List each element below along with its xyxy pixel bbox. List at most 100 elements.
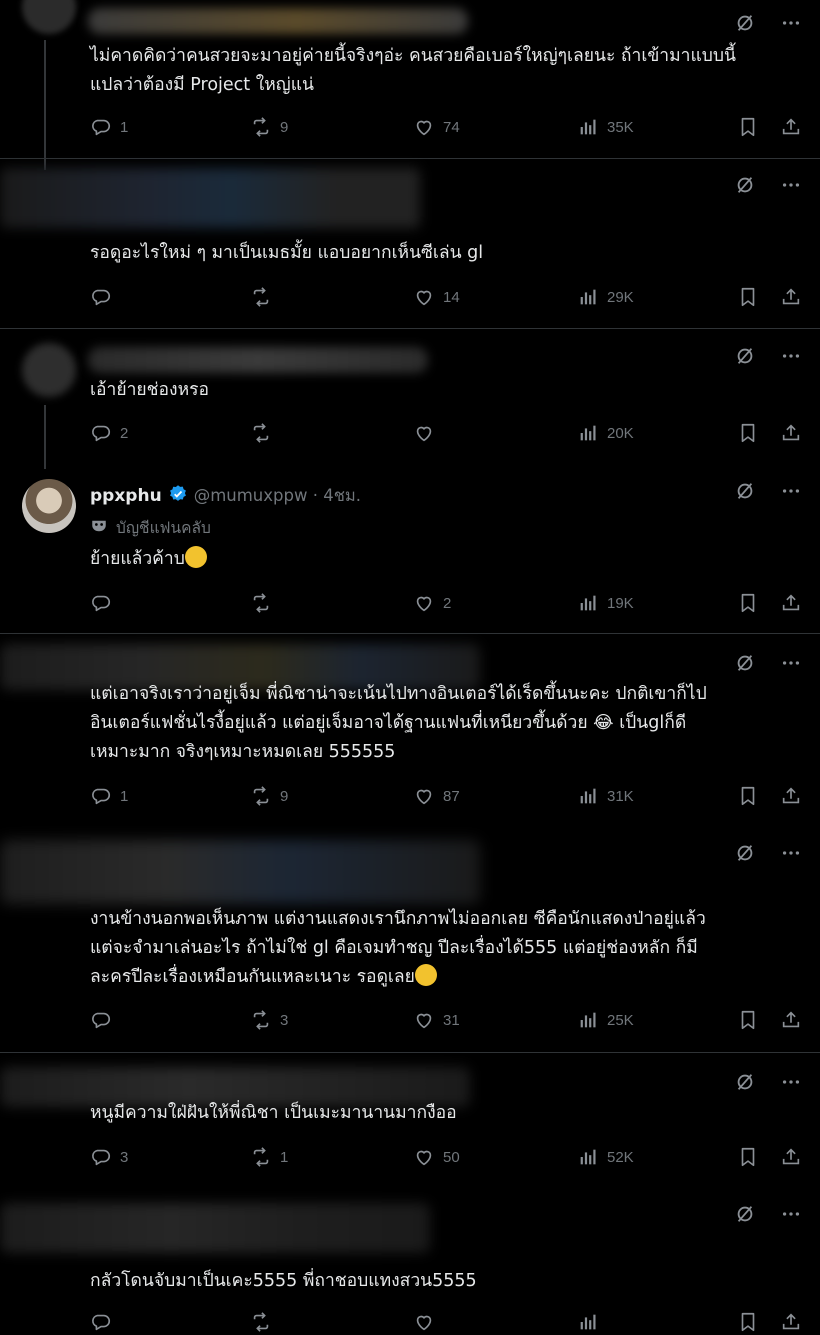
repost-icon bbox=[250, 116, 272, 138]
repost-button[interactable] bbox=[250, 422, 280, 444]
more-icon[interactable] bbox=[780, 12, 802, 34]
repost-button[interactable]: 9 bbox=[250, 116, 288, 138]
grok-icon[interactable] bbox=[734, 12, 756, 34]
more-icon[interactable] bbox=[780, 345, 802, 367]
like-button[interactable]: 87 bbox=[413, 785, 460, 807]
views-button[interactable] bbox=[577, 1311, 607, 1333]
repost-button[interactable]: 1 bbox=[250, 1146, 288, 1168]
grok-icon[interactable] bbox=[734, 480, 756, 502]
share-button[interactable] bbox=[780, 592, 802, 614]
views-icon bbox=[577, 286, 599, 308]
views-button[interactable]: 19K bbox=[577, 592, 634, 614]
bookmark-button[interactable] bbox=[737, 1009, 759, 1031]
like-button[interactable]: 74 bbox=[413, 116, 460, 138]
like-button[interactable]: 14 bbox=[413, 286, 460, 308]
heart-icon bbox=[413, 1311, 435, 1333]
author-handle[interactable]: @mumuxppw · 4ชม. bbox=[194, 483, 361, 509]
share-button[interactable] bbox=[780, 1146, 802, 1168]
bookmark-button[interactable] bbox=[737, 422, 759, 444]
repost-button[interactable]: 3 bbox=[250, 1009, 288, 1031]
grok-icon[interactable] bbox=[734, 345, 756, 367]
fan-account-label: บัญชีแฟนคลับ bbox=[116, 519, 211, 537]
reply-post[interactable]: ไม่คาดคิดว่าคนสวยจะมาอยู่ค่ายนี้จริงๆอ่ะ… bbox=[0, 0, 820, 170]
like-button[interactable]: 2 bbox=[413, 592, 451, 614]
repost-button[interactable] bbox=[250, 592, 280, 614]
avatar[interactable] bbox=[22, 0, 76, 34]
action-bar: 1 9 74 35K bbox=[90, 116, 806, 140]
reply-post[interactable]: แต่เอาจริงเราว่าอยู่เจ็ม พี่ณิชาน่าจะเน้… bbox=[0, 634, 820, 834]
grok-icon[interactable] bbox=[734, 842, 756, 864]
share-button[interactable] bbox=[780, 785, 802, 807]
bookmark-button[interactable] bbox=[737, 286, 759, 308]
repost-button[interactable] bbox=[250, 286, 280, 308]
bookmark-button[interactable] bbox=[737, 116, 759, 138]
reposts-count: 3 bbox=[280, 1011, 289, 1029]
repost-icon bbox=[250, 1009, 272, 1031]
reply-button[interactable] bbox=[90, 592, 120, 614]
share-button[interactable] bbox=[780, 116, 802, 138]
reply-button[interactable] bbox=[90, 1009, 120, 1031]
bookmark-icon bbox=[737, 785, 759, 807]
like-button[interactable] bbox=[413, 1311, 443, 1333]
more-icon[interactable] bbox=[780, 1203, 802, 1225]
like-button[interactable]: 50 bbox=[413, 1146, 460, 1168]
share-button[interactable] bbox=[780, 1009, 802, 1031]
reply-post[interactable]: หนูมีความใฝ่ฝันให้พี่ณิชา เป็นเมะมานานมา… bbox=[0, 1053, 820, 1193]
more-icon[interactable] bbox=[780, 174, 802, 196]
views-button[interactable]: 35K bbox=[577, 116, 634, 138]
post-text: ย้ายแล้วค้าบ bbox=[90, 545, 805, 574]
reply-post[interactable]: ppxphu @mumuxppw · 4ชม. บัญชีแฟนคลับ ย้า… bbox=[0, 469, 820, 634]
grok-icon[interactable] bbox=[734, 1203, 756, 1225]
grok-icon[interactable] bbox=[734, 652, 756, 674]
author-name[interactable]: ppxphu bbox=[90, 486, 162, 506]
bookmark-button[interactable] bbox=[737, 785, 759, 807]
reply-icon bbox=[90, 1009, 112, 1031]
avatar[interactable] bbox=[22, 479, 76, 533]
more-icon[interactable] bbox=[780, 1071, 802, 1093]
heart-icon bbox=[413, 116, 435, 138]
bookmark-button[interactable] bbox=[737, 592, 759, 614]
likes-count: 74 bbox=[443, 118, 460, 136]
repost-button[interactable]: 9 bbox=[250, 785, 288, 807]
share-icon bbox=[780, 1146, 802, 1168]
avatar[interactable] bbox=[22, 343, 76, 397]
reply-icon bbox=[90, 286, 112, 308]
share-button[interactable] bbox=[780, 422, 802, 444]
views-button[interactable]: 52K bbox=[577, 1146, 634, 1168]
reply-button[interactable]: 1 bbox=[90, 785, 128, 807]
grok-icon[interactable] bbox=[734, 174, 756, 196]
reply-button[interactable]: 1 bbox=[90, 116, 128, 138]
author-blurred bbox=[0, 1203, 430, 1253]
share-button[interactable] bbox=[780, 1311, 802, 1333]
share-button[interactable] bbox=[780, 286, 802, 308]
reply-button[interactable] bbox=[90, 1311, 120, 1333]
heart-icon bbox=[413, 286, 435, 308]
reply-post[interactable]: กลัวโดนจับมาเป็นเคะ5555 พี่ถาชอบแทงสวน55… bbox=[0, 1193, 820, 1332]
views-button[interactable]: 25K bbox=[577, 1009, 634, 1031]
views-icon bbox=[577, 1311, 599, 1333]
reply-button[interactable]: 2 bbox=[90, 422, 128, 444]
more-icon[interactable] bbox=[780, 480, 802, 502]
reply-button[interactable]: 3 bbox=[90, 1146, 128, 1168]
views-button[interactable]: 29K bbox=[577, 286, 634, 308]
views-count: 35K bbox=[607, 118, 634, 136]
reply-post[interactable]: เอ้าย้ายช่องหรอ 2 20K bbox=[0, 329, 820, 469]
bookmark-icon bbox=[737, 1311, 759, 1333]
reply-post[interactable]: งานข้างนอกพอเห็นภาพ แต่งานแสดงเรานึกภาพไ… bbox=[0, 834, 820, 1052]
views-button[interactable]: 31K bbox=[577, 785, 634, 807]
like-button[interactable] bbox=[413, 422, 443, 444]
repost-button[interactable] bbox=[250, 1311, 280, 1333]
reply-button[interactable] bbox=[90, 286, 120, 308]
like-button[interactable]: 31 bbox=[413, 1009, 460, 1031]
mask-icon bbox=[90, 517, 108, 539]
post-text: แต่เอาจริงเราว่าอยู่เจ็ม พี่ณิชาน่าจะเน้… bbox=[90, 684, 707, 762]
reply-post[interactable]: รอดูอะไรใหม่ ๆ มาเป็นเมธมั้ย แอบอยากเห็น… bbox=[0, 160, 820, 328]
views-button[interactable]: 20K bbox=[577, 422, 634, 444]
grok-icon[interactable] bbox=[734, 1071, 756, 1093]
bookmark-button[interactable] bbox=[737, 1311, 759, 1333]
bookmark-button[interactable] bbox=[737, 1146, 759, 1168]
more-icon[interactable] bbox=[780, 842, 802, 864]
likes-count: 50 bbox=[443, 1148, 460, 1166]
more-icon[interactable] bbox=[780, 652, 802, 674]
share-icon bbox=[780, 286, 802, 308]
